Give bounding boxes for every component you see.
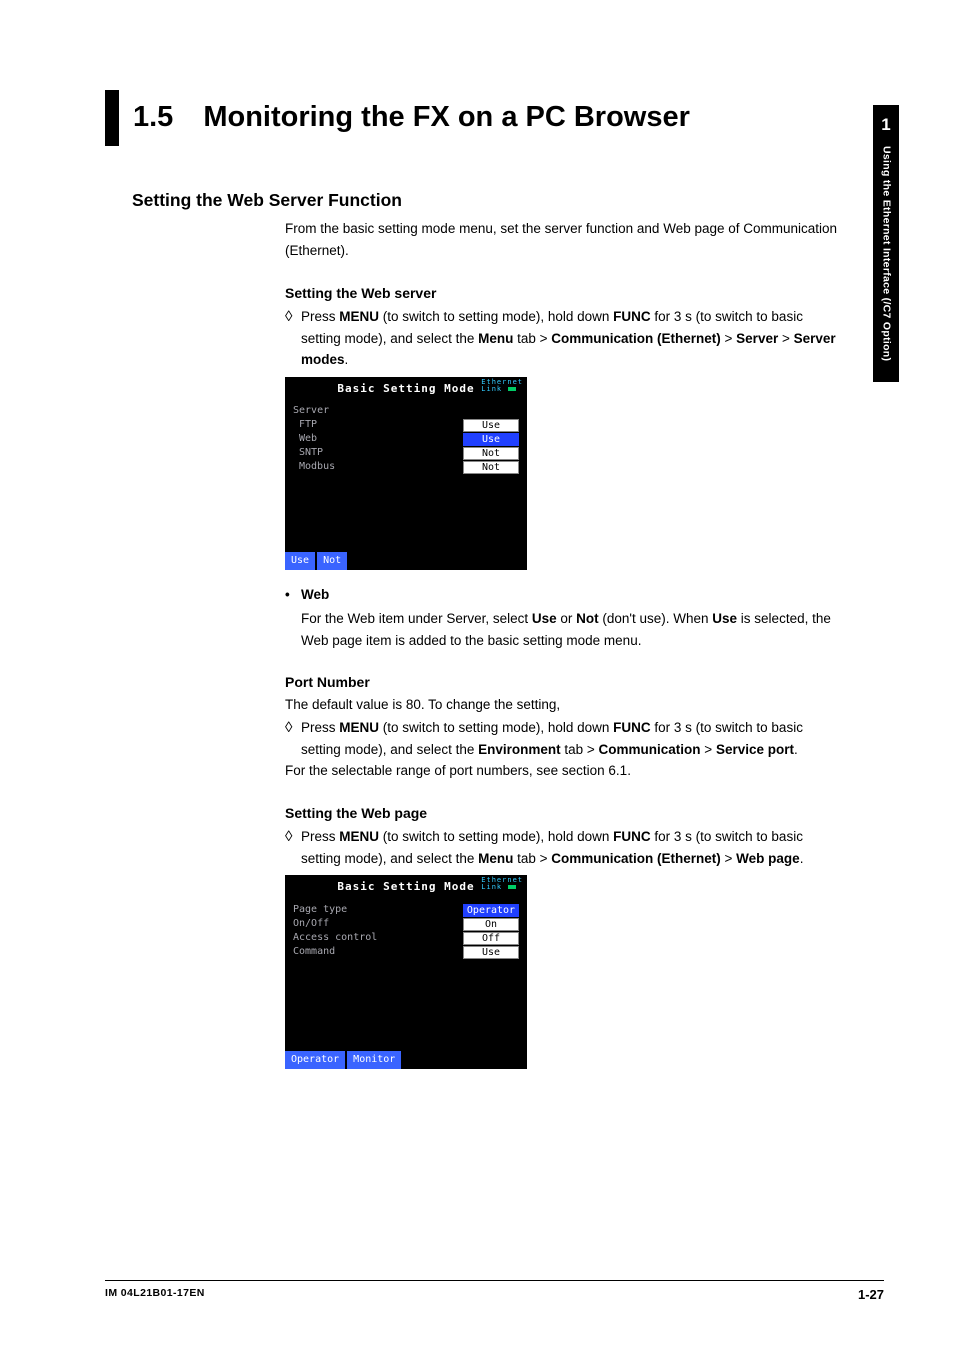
screenshot-row-value: Use [463, 419, 519, 432]
section-heading: 1.5 Monitoring the FX on a PC Browser [105, 90, 884, 146]
chapter-label: Using the Ethernet Interface (/C7 Option… [878, 144, 895, 361]
screenshot-footer-button: Not [317, 552, 347, 570]
portnumber-heading: Port Number [285, 671, 844, 693]
chapter-number: 1 [873, 111, 899, 138]
section-number: 1.5 [133, 90, 203, 146]
section-title: Monitoring the FX on a PC Browser [203, 90, 690, 146]
webpage-heading: Setting the Web page [285, 802, 844, 824]
screenshot-row-value: Not [463, 447, 519, 460]
step: ◊ Press MENU (to switch to setting mode)… [285, 826, 844, 869]
step-bullet: ◊ [285, 717, 301, 738]
step-text: Press MENU (to switch to setting mode), … [301, 306, 844, 371]
portnumber-intro: The default value is 80. To change the s… [285, 694, 844, 716]
screenshot-row-label: Command [293, 944, 463, 960]
screenshot-header: Basic Setting Mode EthernetLink [285, 875, 527, 899]
ethernet-indicator: EthernetLink [481, 877, 523, 891]
page-footer: IM 04L21B01-17EN 1-27 [105, 1280, 884, 1306]
screenshot-buttons: OperatorMonitor [285, 1051, 527, 1069]
step-text: Press MENU (to switch to setting mode), … [301, 826, 844, 869]
screenshot-footer-button: Monitor [347, 1051, 401, 1069]
screenshot-row: FTPUse [293, 418, 519, 432]
screenshot-row-value: On [463, 918, 519, 931]
heading-bar [105, 90, 119, 146]
chapter-tab: 1 Using the Ethernet Interface (/C7 Opti… [873, 105, 899, 382]
screenshot-buttons: UseNot [285, 552, 527, 570]
webserver-heading: Setting the Web server [285, 282, 844, 304]
screenshot-row: CommandUse [293, 945, 519, 959]
screenshot-server-modes: Basic Setting Mode EthernetLink Server F… [285, 377, 527, 571]
step: ◊ Press MENU (to switch to setting mode)… [285, 717, 844, 760]
step-bullet: ◊ [285, 306, 301, 327]
screenshot-header: Basic Setting Mode EthernetLink [285, 377, 527, 401]
page-number: 1-27 [858, 1285, 884, 1306]
doc-code: IM 04L21B01-17EN [105, 1285, 205, 1306]
ethernet-indicator: EthernetLink [481, 379, 523, 393]
step-text: Press MENU (to switch to setting mode), … [301, 717, 844, 760]
screenshot-row-value: Operator [463, 904, 519, 917]
step: ◊ Press MENU (to switch to setting mode)… [285, 306, 844, 371]
screenshot-row-value: Not [463, 461, 519, 474]
bullet-item: • Web [285, 584, 844, 606]
bullet-title: Web [301, 584, 844, 606]
intro-text: From the basic setting mode menu, set th… [285, 218, 844, 261]
screenshot-footer-button: Operator [285, 1051, 345, 1069]
screenshot-footer-button: Use [285, 552, 315, 570]
subsection-title: Setting the Web Server Function [132, 186, 844, 214]
screenshot-row: On/OffOn [293, 917, 519, 931]
screenshot-web-page: Basic Setting Mode EthernetLink Page typ… [285, 875, 527, 1069]
screenshot-row-value: Use [463, 433, 519, 446]
screenshot-row: Page typeOperator [293, 903, 519, 917]
screenshot-row: WebUse [293, 432, 519, 446]
portnumber-after: For the selectable range of port numbers… [285, 760, 844, 782]
screenshot-row: SNTPNot [293, 446, 519, 460]
step-bullet: ◊ [285, 826, 301, 847]
screenshot-row: ModbusNot [293, 460, 519, 474]
screenshot-row-label: Modbus [293, 459, 463, 475]
screenshot-row-value: Off [463, 932, 519, 945]
bullet-body: For the Web item under Server, select Us… [301, 608, 844, 651]
screenshot-row-value: Use [463, 946, 519, 959]
screenshot-row: Access controlOff [293, 931, 519, 945]
